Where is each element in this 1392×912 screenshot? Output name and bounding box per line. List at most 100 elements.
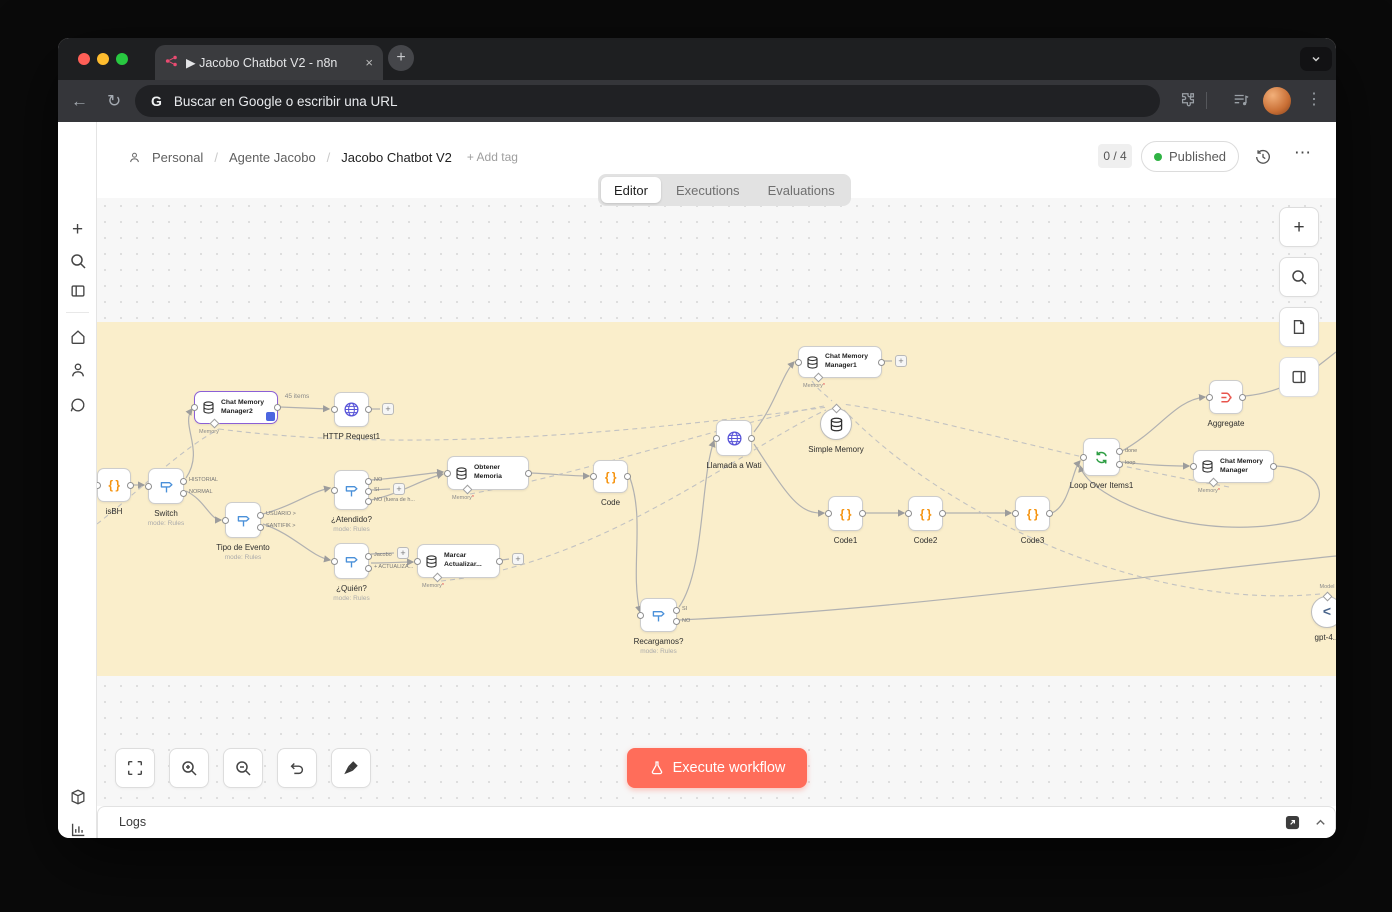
zoom-in-button[interactable]	[169, 748, 209, 788]
output-port[interactable]	[673, 618, 680, 625]
memory-port-diamond[interactable]	[210, 419, 220, 429]
output-port[interactable]	[365, 488, 372, 495]
node-chat-memory-manager2[interactable]: Chat Memory Manager2Memory	[194, 391, 278, 424]
canvas-search-button[interactable]	[1279, 257, 1319, 297]
output-port[interactable]	[1270, 463, 1277, 470]
input-port[interactable]	[414, 558, 421, 565]
add-node-hint-button[interactable]: +	[397, 547, 409, 559]
add-workflow-icon[interactable]: +	[67, 219, 88, 240]
workflow-title[interactable]: Jacobo Chatbot V2	[341, 150, 452, 165]
input-port[interactable]	[637, 612, 644, 619]
personal-icon[interactable]	[67, 359, 88, 380]
tidy-up-button[interactable]	[331, 748, 371, 788]
node-obtener-memoria[interactable]: Obtener MemoriaMemory*	[447, 456, 529, 490]
memory-port-diamond[interactable]	[814, 373, 824, 383]
node-code2[interactable]: { }	[908, 496, 943, 531]
output-port[interactable]	[274, 404, 281, 411]
memory-port-diamond[interactable]	[1209, 478, 1219, 488]
output-port[interactable]	[624, 473, 631, 480]
output-port[interactable]	[180, 478, 187, 485]
input-port[interactable]	[1012, 510, 1019, 517]
input-port[interactable]	[905, 510, 912, 517]
logs-panel[interactable]: Logs	[97, 806, 1336, 838]
output-port[interactable]	[1116, 448, 1123, 455]
toggle-panel-button[interactable]	[1279, 357, 1319, 397]
output-port[interactable]	[525, 470, 532, 477]
node-marcar-actualizar[interactable]: Marcar Actualizar...Memory*	[417, 544, 500, 578]
input-port[interactable]	[713, 435, 720, 442]
expand-logs-chevron-icon[interactable]	[1313, 815, 1328, 830]
node-http-request1[interactable]	[334, 392, 369, 427]
output-port[interactable]	[365, 478, 372, 485]
input-port[interactable]	[590, 473, 597, 480]
input-port[interactable]	[1206, 394, 1213, 401]
insights-icon[interactable]	[67, 819, 88, 838]
node-code3[interactable]: { }	[1015, 496, 1050, 531]
output-port[interactable]	[365, 498, 372, 505]
output-port[interactable]	[673, 607, 680, 614]
node-recargamos[interactable]: SINO	[640, 598, 677, 632]
breadcrumb-folder[interactable]: Agente Jacobo	[229, 150, 316, 165]
output-port[interactable]	[257, 512, 264, 519]
input-port[interactable]	[191, 404, 198, 411]
zoom-to-fit-button[interactable]	[115, 748, 155, 788]
add-node-button[interactable]: +	[1279, 207, 1319, 247]
execute-workflow-button[interactable]: Execute workflow	[627, 748, 807, 788]
node-switch[interactable]: HISTORIALNORMAL	[148, 468, 184, 504]
memory-port-diamond[interactable]	[433, 573, 443, 583]
node-code[interactable]: { }	[593, 460, 628, 493]
output-port[interactable]	[878, 359, 885, 366]
node-chat-memory-manager[interactable]: Chat Memory ManagerMemory*	[1193, 450, 1274, 483]
output-port[interactable]	[127, 482, 134, 489]
node-atendido[interactable]: NOSINO (fuera de h...	[334, 470, 369, 510]
node-simple-memory[interactable]	[820, 408, 852, 440]
output-port[interactable]	[1046, 510, 1053, 517]
input-port[interactable]	[222, 517, 229, 524]
input-port[interactable]	[331, 487, 338, 494]
add-node-hint-button[interactable]: +	[895, 355, 907, 367]
node-tipo-de-evento[interactable]: USUARIO >SANTIFIK >	[225, 502, 261, 538]
output-port[interactable]	[180, 490, 187, 497]
input-port[interactable]	[1080, 454, 1087, 461]
open-logs-popup-icon[interactable]	[1285, 815, 1300, 830]
output-port[interactable]	[1116, 461, 1123, 468]
output-port[interactable]	[365, 553, 372, 560]
memory-port-diamond[interactable]	[463, 485, 473, 495]
templates-icon[interactable]	[67, 786, 88, 807]
sidebar-toggle-icon[interactable]	[67, 280, 88, 301]
output-port[interactable]	[365, 406, 372, 413]
output-port[interactable]	[748, 435, 755, 442]
output-port[interactable]	[365, 565, 372, 572]
published-button[interactable]: Published	[1141, 141, 1239, 172]
input-port[interactable]	[825, 510, 832, 517]
node-isbh[interactable]: { }	[97, 468, 131, 502]
input-port[interactable]	[331, 558, 338, 565]
breadcrumb-project[interactable]: Personal	[152, 150, 203, 165]
add-node-hint-button[interactable]: +	[382, 403, 394, 415]
input-port[interactable]	[331, 406, 338, 413]
node-chat-memory-manager1[interactable]: Chat Memory Manager1Memory*	[798, 346, 882, 378]
add-sticky-note-button[interactable]	[1279, 307, 1319, 347]
node-gpt-4[interactable]: <Model	[1311, 596, 1336, 628]
node-code1[interactable]: { }	[828, 496, 863, 531]
input-port[interactable]	[145, 483, 152, 490]
node-llamada-a-wati[interactable]	[716, 420, 752, 456]
output-port[interactable]	[257, 524, 264, 531]
home-icon[interactable]	[67, 326, 88, 347]
undo-button[interactable]	[277, 748, 317, 788]
tab-executions[interactable]: Executions	[663, 177, 753, 203]
workflow-history-icon[interactable]	[1254, 148, 1272, 166]
sub-node-port-diamond[interactable]	[831, 404, 841, 414]
node-quien[interactable]: Jacobo+ ACTUALIZA...	[334, 543, 369, 579]
tab-evaluations[interactable]: Evaluations	[755, 177, 848, 203]
output-port[interactable]	[939, 510, 946, 517]
output-port[interactable]	[1239, 394, 1246, 401]
sub-node-port-diamond[interactable]	[1322, 592, 1332, 602]
tab-editor[interactable]: Editor	[601, 177, 661, 203]
add-tag-button[interactable]: + Add tag	[467, 150, 518, 164]
input-port[interactable]	[444, 470, 451, 477]
chat-icon[interactable]	[67, 394, 88, 415]
output-port[interactable]	[496, 558, 503, 565]
node-loop-over-items1[interactable]: doneloop	[1083, 438, 1120, 476]
add-node-hint-button[interactable]: +	[393, 483, 405, 495]
